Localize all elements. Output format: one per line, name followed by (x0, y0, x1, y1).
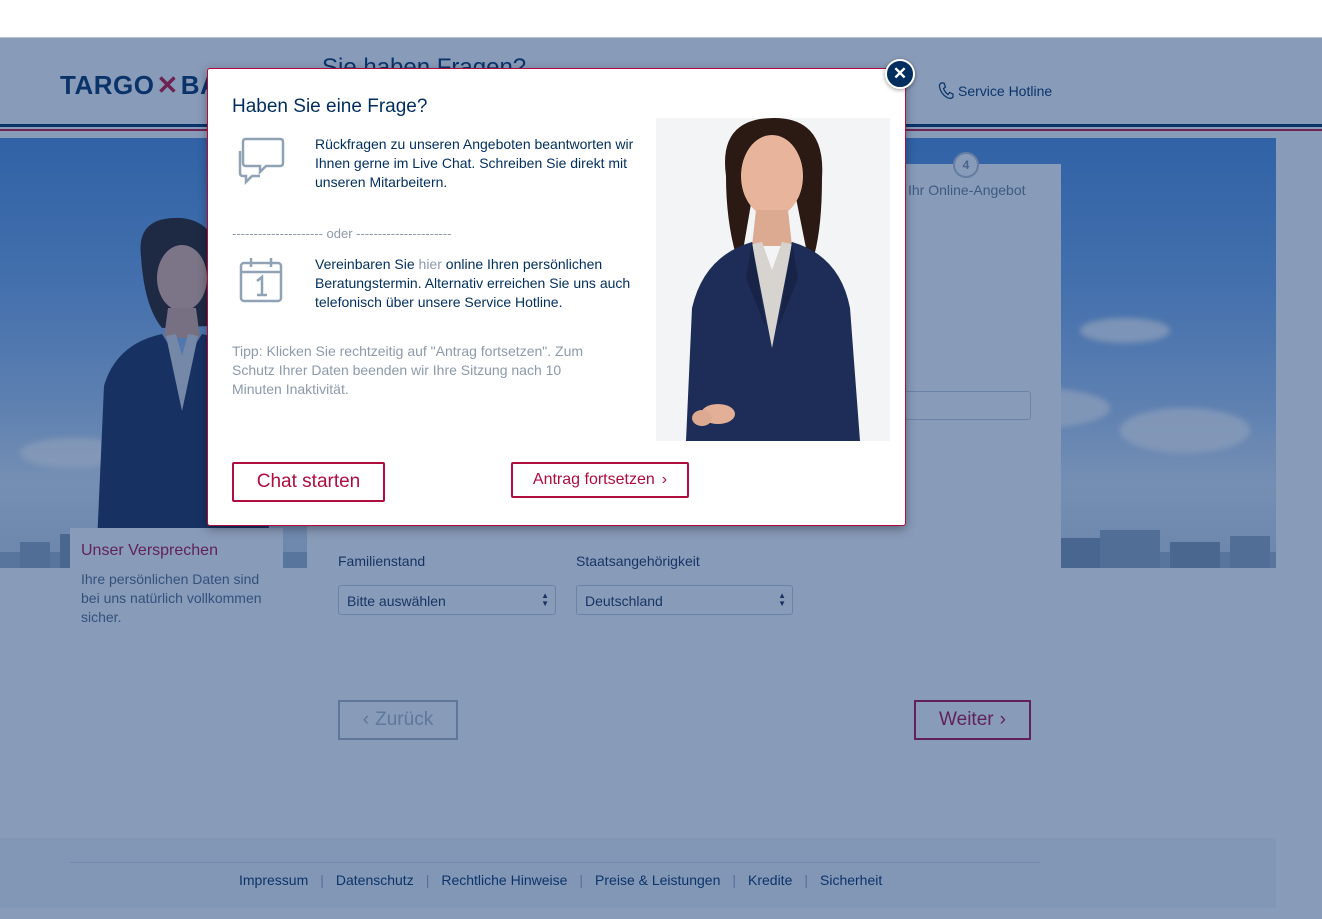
appointment-text-before: Vereinbaren Sie (315, 256, 419, 272)
close-icon: ✕ (892, 64, 908, 83)
close-dialog-button[interactable]: ✕ (885, 59, 915, 89)
help-dialog: Haben Sie eine Frage? Rückfragen zu unse… (207, 68, 906, 526)
start-chat-button[interactable]: Chat starten (232, 462, 385, 502)
chevron-right-icon: › (661, 471, 668, 488)
continue-application-button[interactable]: Antrag fortsetzen › (511, 462, 689, 498)
appointment-link[interactable]: hier (419, 256, 442, 272)
advisor-portrait-graphic (686, 118, 860, 441)
live-chat-description: Rückfragen zu unseren Angeboten beantwor… (315, 136, 634, 190)
advisor-portrait (656, 118, 890, 441)
dialog-title: Haben Sie eine Frage? (232, 96, 428, 117)
appointment-description: Vereinbaren Sie hier online Ihren persön… (315, 255, 645, 312)
browser-top-strip (0, 0, 1322, 38)
or-divider: --------------------- oder -------------… (232, 226, 452, 241)
continue-application-label: Antrag fortsetzen (532, 471, 655, 488)
calendar-icon (239, 258, 283, 303)
chat-bubbles-icon (238, 137, 285, 185)
session-tip: Tipp: Klicken Sie rechtzeitig auf "Antra… (232, 343, 584, 397)
